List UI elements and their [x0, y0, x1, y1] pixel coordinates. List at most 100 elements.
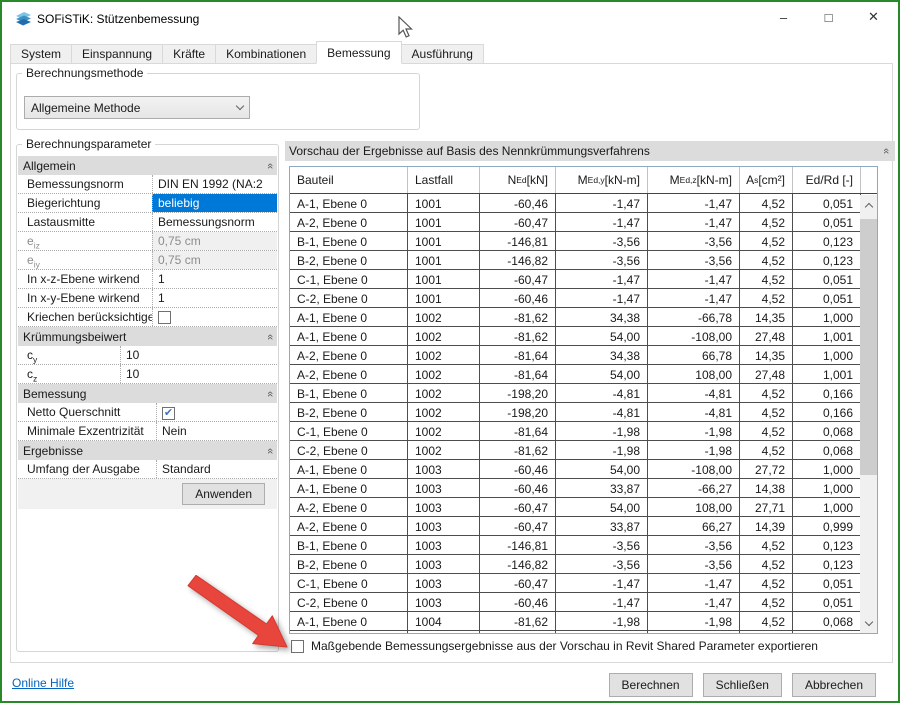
tab-kombinationen[interactable]: Kombinationen	[215, 44, 317, 64]
param-row[interactable]: In x-z-Ebene wirkend1	[18, 270, 277, 289]
table-cell: 1001	[408, 232, 480, 251]
table-row[interactable]: A-2, Ebene 01003-60,4754,00108,0027,711,…	[290, 498, 877, 517]
column-header[interactable]: As [cm²]	[740, 167, 793, 193]
calculate-button[interactable]: Berechnen	[609, 673, 693, 697]
param-value[interactable]: Standard	[156, 460, 277, 478]
section-title: Bemessung	[23, 387, 267, 401]
param-row[interactable]: Minimale ExzentrizitätNein	[18, 422, 277, 441]
table-cell: -81,62	[480, 308, 556, 327]
table-cell: 66,78	[648, 346, 740, 365]
param-value[interactable]: DIN EN 1992 (NA:2	[152, 175, 277, 193]
param-value[interactable]: 0,75 cm	[152, 232, 277, 250]
column-header[interactable]: NEd [kN]	[480, 167, 556, 193]
table-row[interactable]: B-1, Ebene 01002-198,20-4,81-4,814,520,1…	[290, 384, 877, 403]
param-row[interactable]: In x-y-Ebene wirkend1	[18, 289, 277, 308]
table-row[interactable]: A-1, Ebene 01002-81,6254,00-108,0027,481…	[290, 327, 877, 346]
tab-einspannung[interactable]: Einspannung	[71, 44, 163, 64]
param-value[interactable]	[152, 308, 277, 326]
param-value[interactable]: 1	[152, 270, 277, 288]
collapse-icon[interactable]: «	[265, 162, 275, 168]
table-row[interactable]: C-1, Ebene 01003-60,47-1,47-1,474,520,05…	[290, 574, 877, 593]
scrollbar-thumb[interactable]	[860, 219, 877, 475]
table-row[interactable]: C-2, Ebene 01002-81,62-1,98-1,984,520,06…	[290, 441, 877, 460]
param-row[interactable]: Netto Querschnitt✔	[18, 403, 277, 422]
tab-bemessung[interactable]: Bemessung	[316, 41, 401, 64]
column-header[interactable]: Bauteil	[290, 167, 408, 193]
table-cell: -1,47	[648, 270, 740, 289]
param-value[interactable]: ✔	[156, 403, 277, 421]
column-header[interactable]: MEd,y [kN-m]	[556, 167, 648, 193]
table-row[interactable]: A-1, Ebene 01002-81,6234,38-66,7814,351,…	[290, 308, 877, 327]
table-row[interactable]: A-2, Ebene 01003-60,4733,8766,2714,390,9…	[290, 517, 877, 536]
online-help-link[interactable]: Online Hilfe	[12, 676, 74, 690]
scroll-down-icon[interactable]	[860, 615, 877, 632]
table-row[interactable]: A-2, Ebene 01002-81,6434,3866,7814,351,0…	[290, 346, 877, 365]
table-row[interactable]: C-1, Ebene 01001-60,47-1,47-1,474,520,05…	[290, 270, 877, 289]
param-value[interactable]: 10	[120, 346, 277, 364]
table-cell: 1003	[408, 536, 480, 555]
collapse-icon[interactable]: «	[265, 390, 275, 396]
param-value[interactable]: Nein	[156, 422, 277, 440]
section-header[interactable]: Krümmungsbeiwert«	[18, 327, 277, 346]
table-row[interactable]: B-2, Ebene 01003-146,82-3,56-3,564,520,1…	[290, 555, 877, 574]
param-row[interactable]: Biegerichtungbeliebig	[18, 194, 277, 213]
param-value[interactable]: 10	[120, 365, 277, 383]
method-dropdown[interactable]: Allgemeine Methode	[24, 96, 250, 119]
tab-ausfuehrung[interactable]: Ausführung	[401, 44, 484, 64]
param-row[interactable]: Kriechen berücksichtigen	[18, 308, 277, 327]
table-cell: 4,52	[740, 403, 793, 422]
param-row[interactable]: cy10	[18, 346, 277, 365]
cancel-button[interactable]: Abbrechen	[792, 673, 876, 697]
close-icon[interactable]: ✕	[851, 2, 896, 32]
column-header[interactable]: Ed/Rd [-]	[793, 167, 861, 193]
export-option[interactable]: Maßgebende Bemessungsergebnisse aus der …	[291, 639, 818, 653]
table-cell: 27,72	[740, 460, 793, 479]
param-value[interactable]: 1	[152, 289, 277, 307]
table-cell: 4,52	[740, 422, 793, 441]
table-row[interactable]: A-2, Ebene 01004-81,64-1,98-1,984,520,06…	[290, 631, 877, 634]
table-row[interactable]: A-1, Ebene 01003-60,4633,87-66,2714,381,…	[290, 479, 877, 498]
tab-kraefte[interactable]: Kräfte	[162, 44, 216, 64]
maximize-icon[interactable]: □	[806, 2, 851, 32]
param-value[interactable]: beliebig	[152, 194, 277, 212]
column-header[interactable]: MEd,z [kN-m]	[648, 167, 740, 193]
table-row[interactable]: A-1, Ebene 01001-60,46-1,47-1,474,520,05…	[290, 194, 877, 213]
table-row[interactable]: C-1, Ebene 01002-81,64-1,98-1,984,520,06…	[290, 422, 877, 441]
param-row[interactable]: Umfang der AusgabeStandard	[18, 460, 277, 479]
column-header[interactable]: Lastfall	[408, 167, 480, 193]
title-bar: SOFiSTiK: Stützenbemessung – □ ✕	[2, 2, 898, 34]
table-row[interactable]: A-2, Ebene 01002-81,6454,00108,0027,481,…	[290, 365, 877, 384]
param-row[interactable]: cz10	[18, 365, 277, 384]
collapse-icon[interactable]: «	[881, 148, 891, 154]
table-row[interactable]: B-2, Ebene 01001-146,82-3,56-3,564,520,1…	[290, 251, 877, 270]
vertical-scrollbar[interactable]	[860, 195, 877, 633]
table-row[interactable]: A-1, Ebene 01003-60,4654,00-108,0027,721…	[290, 460, 877, 479]
preview-header[interactable]: Vorschau der Ergebnisse auf Basis des Ne…	[285, 141, 895, 161]
table-row[interactable]: B-1, Ebene 01001-146,81-3,56-3,564,520,1…	[290, 232, 877, 251]
param-row[interactable]: eiy0,75 cm	[18, 251, 277, 270]
table-row[interactable]: C-2, Ebene 01001-60,46-1,47-1,474,520,05…	[290, 289, 877, 308]
minimize-icon[interactable]: –	[761, 2, 806, 32]
param-value[interactable]: 0,75 cm	[152, 251, 277, 269]
checkbox[interactable]: ✔	[162, 407, 175, 420]
section-header[interactable]: Allgemein«	[18, 156, 277, 175]
collapse-icon[interactable]: «	[265, 447, 275, 453]
table-row[interactable]: C-2, Ebene 01003-60,46-1,47-1,474,520,05…	[290, 593, 877, 612]
table-row[interactable]: B-2, Ebene 01002-198,20-4,81-4,814,520,1…	[290, 403, 877, 422]
param-row[interactable]: BemessungsnormDIN EN 1992 (NA:2	[18, 175, 277, 194]
checkbox[interactable]	[158, 311, 171, 324]
table-cell: -60,47	[480, 517, 556, 536]
collapse-icon[interactable]: «	[265, 333, 275, 339]
table-row[interactable]: B-1, Ebene 01003-146,81-3,56-3,564,520,1…	[290, 536, 877, 555]
param-row[interactable]: eiz0,75 cm	[18, 232, 277, 251]
table-row[interactable]: A-1, Ebene 01004-81,62-1,98-1,984,520,06…	[290, 612, 877, 631]
table-row[interactable]: A-2, Ebene 01001-60,47-1,47-1,474,520,05…	[290, 213, 877, 232]
section-header[interactable]: Bemessung«	[18, 384, 277, 403]
param-value[interactable]: Bemessungsnorm	[152, 213, 277, 231]
close-button[interactable]: Schließen	[703, 673, 782, 697]
scroll-up-icon[interactable]	[860, 197, 877, 214]
apply-button[interactable]: Anwenden	[182, 483, 265, 505]
tab-system[interactable]: System	[10, 44, 72, 64]
section-header[interactable]: Ergebnisse«	[18, 441, 277, 460]
param-row[interactable]: LastausmitteBemessungsnorm	[18, 213, 277, 232]
